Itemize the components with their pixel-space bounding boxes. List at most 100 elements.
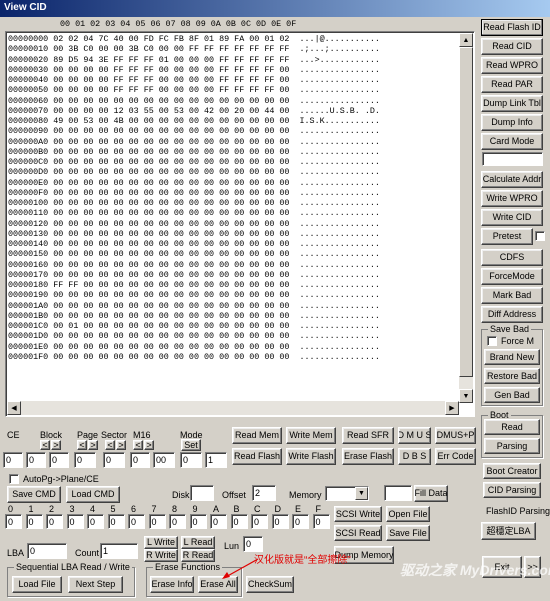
byte-field[interactable]: 0: [230, 514, 248, 529]
r-write-button[interactable]: R Write: [144, 549, 178, 562]
byte-field[interactable]: 0: [148, 514, 166, 529]
byte-field[interactable]: 0: [169, 514, 186, 529]
read-cid-button[interactable]: Read CID: [481, 38, 543, 55]
dmus-button[interactable]: D M U S: [398, 427, 431, 444]
mode-set-button[interactable]: Set: [181, 439, 201, 451]
scroll-up-icon[interactable]: ▲: [459, 33, 473, 47]
calculate-addr-button[interactable]: Calculate Addr: [481, 171, 543, 188]
m16-value-field[interactable]: 00: [153, 452, 175, 468]
read-mem-button[interactable]: Read Mem: [232, 427, 282, 444]
byte-field[interactable]: 0: [46, 514, 63, 529]
block-field[interactable]: 0: [26, 452, 46, 468]
cid-parsing-button[interactable]: CID Parsing: [483, 482, 541, 498]
horizontal-scrollbar[interactable]: ◀ ▶: [7, 401, 459, 415]
page-increment-button[interactable]: >: [88, 440, 98, 450]
read-flash-id-button[interactable]: Read Flash ID: [481, 19, 543, 36]
autopg-checkbox[interactable]: [9, 474, 19, 484]
scsi-write-button[interactable]: SCSI Write: [334, 506, 382, 522]
fill-data-button[interactable]: Fill Data: [414, 485, 448, 502]
restore-bad-button[interactable]: Restore Bad: [484, 368, 540, 384]
load-cmd-button[interactable]: Load CMD: [66, 486, 120, 503]
pretest-button[interactable]: Pretest: [481, 228, 533, 245]
read-sfr-button[interactable]: Read SFR: [342, 427, 394, 444]
memory-dropdown[interactable]: ▼: [325, 486, 369, 501]
boot-parsing-button[interactable]: Parsing: [484, 438, 540, 454]
byte-field[interactable]: 0: [312, 514, 330, 529]
page-field[interactable]: 0: [74, 452, 96, 468]
byte-field[interactable]: 0: [5, 514, 22, 529]
pretest-checkbox[interactable]: [535, 231, 545, 241]
offset-field[interactable]: 2: [252, 485, 276, 501]
mark-bad-button[interactable]: Mark Bad: [481, 287, 543, 304]
byte-field[interactable]: 0: [107, 514, 125, 529]
l-write-button[interactable]: L Write: [144, 536, 178, 549]
page-decrement-button[interactable]: <: [77, 440, 87, 450]
write-mem-button[interactable]: Write Mem: [286, 427, 336, 444]
write-wpro-button[interactable]: Write WPRO: [481, 190, 543, 207]
block-decrement-button[interactable]: <: [40, 440, 50, 450]
scsi-read-button[interactable]: SCSI Read: [334, 525, 382, 541]
byte-field[interactable]: 0: [271, 514, 289, 529]
forcemode-button[interactable]: ForceMode: [481, 268, 543, 285]
write-cid-button[interactable]: Write CID: [481, 209, 543, 226]
lba-field[interactable]: 0: [27, 543, 67, 559]
byte-field[interactable]: 0: [25, 514, 43, 529]
r-read-button[interactable]: R Read: [181, 549, 215, 562]
l-read-button[interactable]: L Read: [181, 536, 215, 549]
super-stable-lba-button[interactable]: 超穩定LBA: [481, 522, 536, 540]
block-increment-button[interactable]: >: [51, 440, 61, 450]
hex-viewer[interactable]: 00000000 02 02 04 7C 40 00 FD FC FB 8F 0…: [5, 31, 475, 417]
cdfs-button[interactable]: CDFS: [481, 249, 543, 266]
save-cmd-button[interactable]: Save CMD: [7, 486, 61, 503]
block-field-2[interactable]: 0: [49, 452, 69, 468]
read-flash-button[interactable]: Read Flash: [232, 448, 282, 465]
dump-info-button[interactable]: Dump Info: [481, 114, 543, 131]
byte-field[interactable]: 0: [66, 514, 84, 529]
vertical-scrollbar[interactable]: ▲ ▼: [459, 33, 473, 403]
byte-field[interactable]: 0: [210, 514, 227, 529]
scroll-down-icon[interactable]: ▼: [459, 389, 473, 403]
vertical-scroll-thumb[interactable]: [459, 47, 473, 377]
mode-field[interactable]: 0: [180, 452, 202, 468]
write-flash-button[interactable]: Write Flash: [286, 448, 336, 465]
flashid-parsing-label[interactable]: FlashID Parsing: [486, 506, 550, 516]
next-step-button[interactable]: Next Step: [68, 576, 123, 593]
card-mode-button[interactable]: Card Mode: [481, 133, 543, 150]
byte-field[interactable]: 0: [189, 514, 207, 529]
scroll-right-icon[interactable]: ▶: [445, 401, 459, 415]
ce-field[interactable]: 0: [3, 452, 23, 468]
byte-field[interactable]: 0: [292, 514, 309, 529]
read-wpro-button[interactable]: Read WPRO: [481, 57, 543, 74]
dbs-button[interactable]: D B S: [398, 448, 431, 465]
diff-address-button[interactable]: Diff Address: [481, 306, 543, 323]
m16-increment-button[interactable]: >: [144, 440, 154, 450]
disk-field[interactable]: [190, 485, 214, 501]
err-code-button[interactable]: Err Code: [435, 448, 476, 465]
read-par-button[interactable]: Read PAR: [481, 76, 543, 93]
m16-field[interactable]: 0: [130, 452, 150, 468]
count-field[interactable]: 1: [100, 543, 138, 559]
m16-decrement-button[interactable]: <: [133, 440, 143, 450]
scroll-left-icon[interactable]: ◀: [7, 401, 21, 415]
card-mode-field[interactable]: [482, 152, 543, 166]
fill-data-field[interactable]: [384, 485, 412, 501]
byte-field[interactable]: 0: [128, 514, 145, 529]
boot-read-button[interactable]: Read: [484, 419, 540, 435]
erase-info-button[interactable]: Erase Info: [150, 576, 194, 593]
brand-new-button[interactable]: Brand New: [484, 349, 540, 365]
boot-creator-button[interactable]: Boot Creator: [483, 463, 541, 479]
erase-flash-button[interactable]: Erase Flash: [342, 448, 394, 465]
sector-decrement-button[interactable]: <: [105, 440, 115, 450]
dump-link-tbl-button[interactable]: Dump Link Tbl: [481, 95, 543, 112]
save-file-button[interactable]: Save File: [386, 525, 430, 541]
chevron-down-icon[interactable]: ▼: [355, 487, 368, 500]
mode-field-2[interactable]: 1: [205, 452, 227, 468]
lun-field[interactable]: 0: [243, 536, 263, 552]
sector-increment-button[interactable]: >: [116, 440, 126, 450]
load-file-button[interactable]: Load File: [12, 576, 62, 593]
byte-field[interactable]: 0: [87, 514, 104, 529]
byte-field[interactable]: 0: [251, 514, 268, 529]
gen-bad-button[interactable]: Gen Bad: [484, 387, 540, 403]
dmus-p-button[interactable]: DMUS+P: [435, 427, 476, 444]
sector-field[interactable]: 0: [103, 452, 125, 468]
